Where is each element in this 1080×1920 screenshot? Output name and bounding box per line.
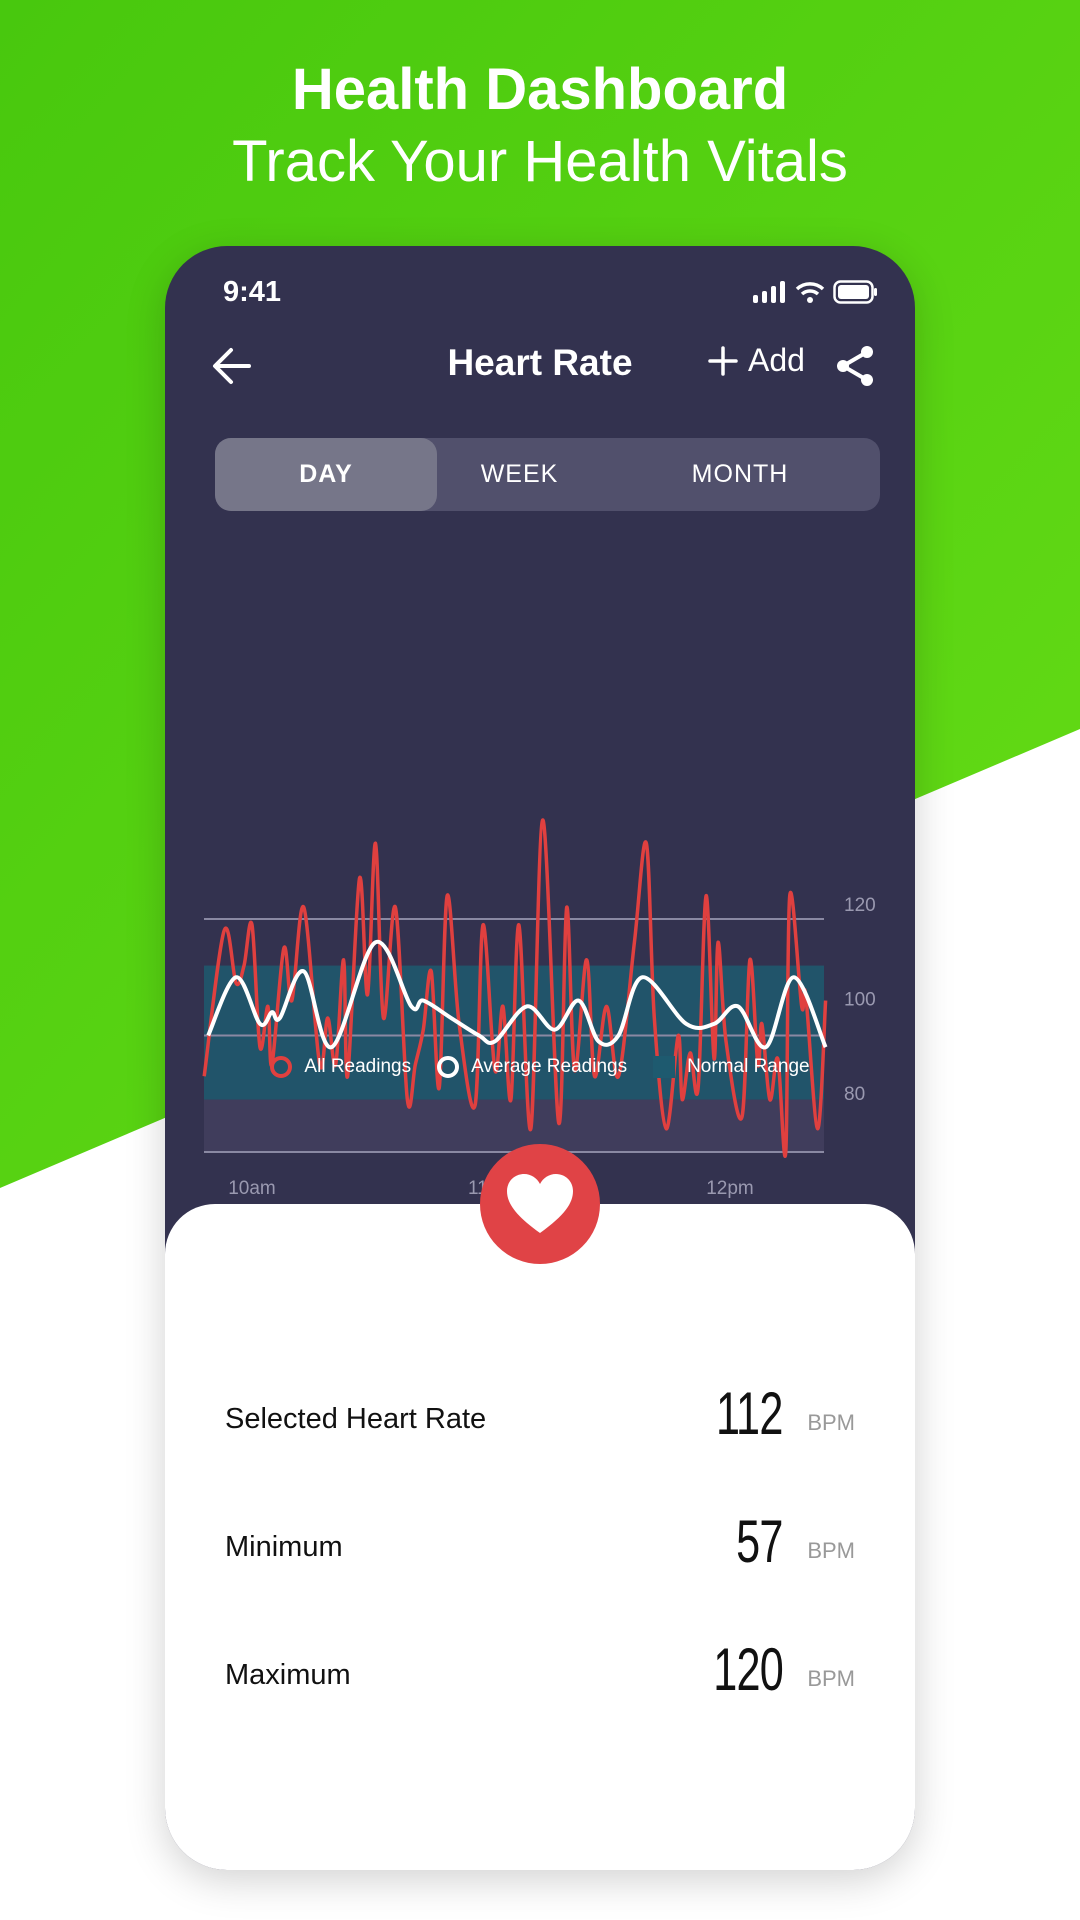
- stat-value: 120: [713, 1636, 784, 1703]
- tab-month[interactable]: MONTH: [635, 438, 845, 511]
- legend-normal-range: Normal Range: [653, 1056, 810, 1078]
- page-title: Health Dashboard: [291, 57, 789, 122]
- x-tick-label: 10am: [228, 1178, 276, 1199]
- legend-label: All Readings: [304, 1056, 412, 1077]
- add-label: Add: [748, 342, 805, 378]
- stat-value: 112: [716, 1380, 783, 1447]
- period-tabs: DAY WEEK MONTH: [215, 438, 880, 511]
- wifi-icon: [795, 282, 825, 303]
- stat-unit: BPM: [807, 1666, 855, 1691]
- battery-icon: [833, 280, 877, 304]
- stat-unit: BPM: [807, 1410, 855, 1435]
- add-button[interactable]: Add: [708, 342, 805, 379]
- plus-icon: [708, 345, 738, 376]
- cellular-signal-icon: [753, 281, 785, 303]
- red-ring-icon: [270, 1056, 293, 1078]
- legend-average-readings: Average Readings: [437, 1056, 627, 1078]
- tab-week[interactable]: WEEK: [437, 438, 602, 511]
- heart-badge: [480, 1144, 600, 1264]
- stat-minimum: Minimum 57 BPM: [225, 1496, 855, 1576]
- tab-day[interactable]: DAY: [215, 438, 437, 511]
- teal-square-icon: [653, 1056, 676, 1078]
- stat-selected-heart-rate: Selected Heart Rate 112 BPM: [225, 1368, 855, 1448]
- y-tick-label: 100: [844, 990, 876, 1011]
- share-icon[interactable]: [833, 344, 877, 388]
- x-tick-label: 12pm: [706, 1178, 754, 1199]
- chart-legend: All Readings Average Readings Normal Ran…: [165, 1056, 915, 1078]
- status-icons: [753, 280, 879, 304]
- legend-all-readings: All Readings: [270, 1056, 411, 1078]
- page-subtitle: Track Your Health Vitals: [232, 129, 848, 194]
- stat-unit: BPM: [807, 1538, 855, 1563]
- stats-card: Selected Heart Rate 112 BPM Minimum 57 B…: [165, 1204, 915, 1870]
- stat-value: 57: [736, 1508, 783, 1575]
- stat-label: Minimum: [225, 1531, 343, 1563]
- stat-maximum: Maximum 120 BPM: [225, 1624, 855, 1704]
- legend-label: Average Readings: [471, 1056, 628, 1077]
- stat-label: Maximum: [225, 1659, 351, 1691]
- stat-label: Selected Heart Rate: [225, 1403, 487, 1435]
- lower-fill: [204, 1099, 824, 1152]
- white-ring-icon: [437, 1056, 460, 1078]
- legend-label: Normal Range: [687, 1056, 810, 1077]
- status-time: 9:41: [223, 276, 282, 308]
- y-tick-label: 120: [844, 895, 876, 916]
- y-tick-label: 80: [844, 1084, 865, 1105]
- phone-screen: 9:41 Heart Rate Add DAY WEEK MONTH 120 10…: [165, 246, 915, 1870]
- heart-icon: [507, 1174, 573, 1233]
